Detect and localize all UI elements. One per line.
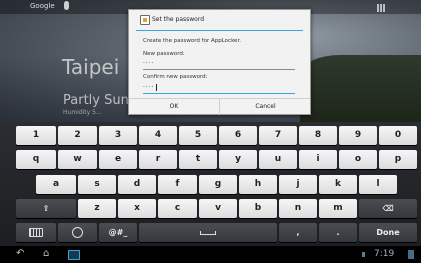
shift-key[interactable]: ⇧ bbox=[16, 199, 76, 218]
dialog-divider bbox=[136, 30, 303, 31]
space-key[interactable] bbox=[139, 223, 277, 242]
key-k[interactable]: k bbox=[319, 175, 357, 194]
key-c[interactable]: c bbox=[158, 199, 197, 218]
signal-icon bbox=[362, 252, 371, 257]
key-r[interactable]: r bbox=[139, 150, 177, 169]
key-q[interactable]: q bbox=[16, 150, 56, 169]
shift-icon: ⇧ bbox=[42, 204, 50, 213]
weather-detail: Humidity 5... bbox=[63, 109, 102, 116]
confirm-password-value: ···· bbox=[143, 84, 155, 91]
key-z[interactable]: z bbox=[78, 199, 116, 218]
cancel-button[interactable]: Cancel bbox=[219, 99, 311, 115]
key-f[interactable]: f bbox=[158, 175, 197, 194]
battery-icon bbox=[408, 250, 414, 259]
space-icon bbox=[200, 230, 216, 235]
ok-button[interactable]: OK bbox=[129, 99, 219, 115]
key-2[interactable]: 2 bbox=[58, 126, 97, 145]
key-j[interactable]: j bbox=[279, 175, 317, 194]
key-6[interactable]: 6 bbox=[219, 126, 257, 145]
confirm-password-label: Confirm new password: bbox=[143, 74, 208, 80]
period-key[interactable]: . bbox=[319, 223, 357, 242]
set-password-dialog: Set the password Create the password for… bbox=[128, 9, 311, 115]
applocker-icon bbox=[140, 15, 150, 25]
key-3[interactable]: 3 bbox=[99, 126, 137, 145]
language-key[interactable] bbox=[58, 223, 97, 242]
key-0[interactable]: 0 bbox=[379, 126, 417, 145]
recent-apps-icon[interactable] bbox=[68, 250, 80, 260]
key-d[interactable]: d bbox=[118, 175, 156, 194]
dialog-titlebar: Set the password bbox=[129, 10, 310, 30]
key-y[interactable]: y bbox=[219, 150, 257, 169]
keyboard-settings-key[interactable] bbox=[16, 223, 56, 242]
key-a[interactable]: a bbox=[36, 175, 76, 194]
key-4[interactable]: 4 bbox=[139, 126, 177, 145]
globe-icon bbox=[72, 227, 83, 238]
wallpaper-trees bbox=[300, 55, 421, 122]
home-icon[interactable]: ⌂ bbox=[43, 249, 49, 259]
google-search-label[interactable]: Google bbox=[30, 2, 55, 10]
key-p[interactable]: p bbox=[379, 150, 417, 169]
dialog-message: Create the password for AppLocker. bbox=[143, 38, 241, 44]
key-v[interactable]: v bbox=[199, 199, 237, 218]
key-t[interactable]: t bbox=[179, 150, 217, 169]
key-1[interactable]: 1 bbox=[16, 126, 56, 145]
key-b[interactable]: b bbox=[239, 199, 277, 218]
apps-grid-icon[interactable] bbox=[377, 4, 385, 12]
system-nav-bar: ↶ ⌂ 7:19 bbox=[0, 246, 421, 263]
key-e[interactable]: e bbox=[99, 150, 137, 169]
mic-icon[interactable] bbox=[64, 1, 69, 10]
keyboard-icon bbox=[29, 228, 43, 237]
key-n[interactable]: n bbox=[279, 199, 317, 218]
key-g[interactable]: g bbox=[199, 175, 237, 194]
dialog-button-bar: OK Cancel bbox=[129, 98, 310, 115]
backspace-key[interactable]: ⌫ bbox=[359, 199, 417, 218]
key-h[interactable]: h bbox=[239, 175, 277, 194]
text-cursor bbox=[155, 84, 157, 91]
comma-key[interactable]: , bbox=[279, 223, 317, 242]
key-7[interactable]: 7 bbox=[259, 126, 297, 145]
key-m[interactable]: m bbox=[319, 199, 357, 218]
key-u[interactable]: u bbox=[259, 150, 297, 169]
key-i[interactable]: i bbox=[299, 150, 337, 169]
key-8[interactable]: 8 bbox=[299, 126, 337, 145]
dialog-title: Set the password bbox=[152, 16, 204, 23]
key-5[interactable]: 5 bbox=[179, 126, 217, 145]
key-o[interactable]: o bbox=[339, 150, 377, 169]
key-l[interactable]: l bbox=[359, 175, 397, 194]
done-key[interactable]: Done bbox=[359, 223, 417, 242]
symbols-key[interactable]: @#_ bbox=[99, 223, 137, 242]
soft-keyboard: 1 2 3 4 5 6 7 8 9 0 q w e r t y u i o p … bbox=[0, 122, 421, 246]
weather-city: Taipei bbox=[62, 55, 120, 79]
new-password-value: ···· bbox=[143, 60, 155, 67]
confirm-password-field[interactable]: ···· bbox=[143, 82, 295, 94]
key-9[interactable]: 9 bbox=[339, 126, 377, 145]
key-w[interactable]: w bbox=[58, 150, 97, 169]
new-password-label: New password: bbox=[143, 51, 185, 57]
key-x[interactable]: x bbox=[118, 199, 156, 218]
new-password-field[interactable]: ···· bbox=[143, 59, 295, 70]
screen: Google Taipei Partly Sunny Humidity 5...… bbox=[0, 0, 421, 263]
clock: 7:19 bbox=[374, 249, 395, 259]
key-s[interactable]: s bbox=[78, 175, 116, 194]
back-icon[interactable]: ↶ bbox=[16, 249, 24, 259]
backspace-icon: ⌫ bbox=[382, 204, 394, 213]
